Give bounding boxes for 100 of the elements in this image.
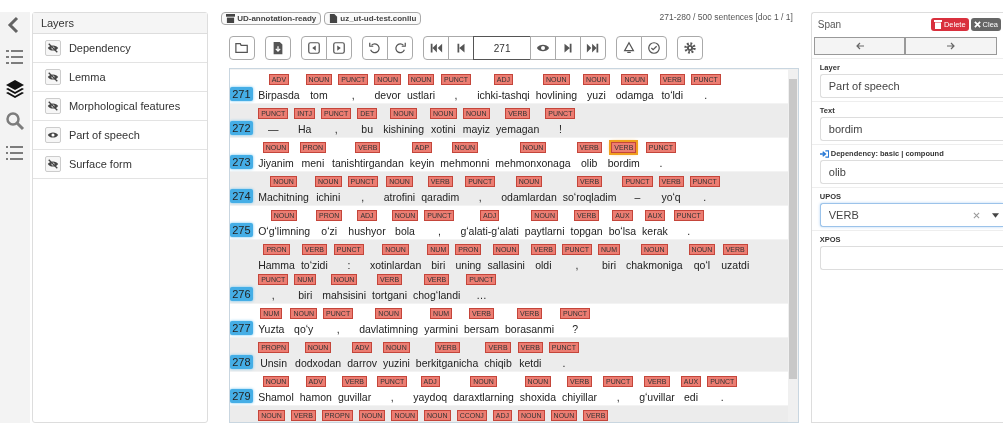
token-word[interactable]: ! (558, 123, 562, 136)
token-word[interactable]: chakmoniga (625, 259, 683, 272)
token-word[interactable]: : (347, 259, 351, 272)
token-word[interactable]: qoʻy (294, 323, 314, 336)
token-word[interactable]: gʻuvillar (639, 391, 675, 404)
text-field[interactable] (819, 246, 1003, 270)
token-word[interactable]: bordim (607, 157, 640, 170)
token-word[interactable]: yemagan (496, 123, 540, 136)
token-word[interactable]: yarmini (424, 323, 458, 336)
token-word[interactable]: tom (310, 89, 328, 102)
document-badge[interactable]: UD-annotation-ready (221, 12, 322, 25)
hidden-toggle[interactable] (44, 156, 61, 172)
layer-item[interactable]: Lemma (32, 63, 208, 92)
token-word[interactable]: oʻzi (321, 225, 338, 238)
token-word[interactable]: toʻldi (661, 89, 683, 102)
redo-button[interactable] (387, 36, 414, 60)
token-word[interactable]: chogʻlandi (413, 289, 461, 302)
token-word[interactable]: ustlari (407, 89, 435, 102)
scrollbar-thumb[interactable] (788, 79, 797, 379)
token-word[interactable]: hovlining (535, 89, 578, 102)
token-word[interactable]: bu (361, 123, 374, 136)
token-word[interactable]: chiqib (484, 357, 512, 370)
token-word[interactable]: bersam (464, 323, 499, 336)
token-word[interactable]: chiyillar (562, 391, 598, 404)
token-word[interactable]: qaradim (421, 191, 460, 204)
token-word[interactable]: qoʻl (693, 259, 711, 272)
first-page-button[interactable] (423, 36, 450, 60)
sentence-number[interactable]: 274 (230, 189, 253, 203)
next-document-button[interactable] (326, 36, 353, 60)
token-word[interactable]: hushyor (348, 225, 386, 238)
token-word[interactable]: soʻroqladim (562, 191, 617, 204)
token-word[interactable]: yaydoq (413, 391, 448, 404)
token-word[interactable]: . (562, 357, 566, 370)
token-word[interactable]: Birpasda (258, 89, 300, 102)
token-word[interactable]: olib (581, 157, 598, 170)
token-word[interactable]: Ha (297, 123, 312, 136)
token-word[interactable]: berkitganicha (415, 357, 479, 370)
text-field[interactable]: bordim (819, 117, 1003, 141)
hidden-toggle[interactable] (44, 40, 61, 56)
token-word[interactable]: darrov (347, 357, 377, 370)
token-word[interactable]: hamon (299, 391, 332, 404)
last-page-button[interactable] (580, 36, 607, 60)
token-word[interactable]: , (478, 191, 482, 204)
token-word[interactable]: yuzi (587, 89, 606, 102)
sentence-number[interactable]: 272 (230, 121, 253, 135)
reset-button[interactable] (616, 36, 643, 60)
token-word[interactable]: keyin (409, 157, 435, 170)
next-page-button[interactable] (555, 36, 582, 60)
token-word[interactable]: ichini (316, 191, 341, 204)
sentence-number[interactable]: 271 (230, 87, 253, 101)
eye-toggle[interactable] (44, 127, 61, 143)
token-word[interactable]: paytlarni (524, 225, 565, 238)
sentence-number[interactable]: 279 (230, 389, 253, 403)
token-word[interactable]: devor (374, 89, 401, 102)
token-word[interactable]: topgan (570, 225, 603, 238)
text-field[interactable]: Part of speech (819, 74, 1003, 98)
undo-button[interactable] (362, 36, 389, 60)
token-word[interactable]: meni (301, 157, 325, 170)
token-word[interactable]: , (351, 89, 355, 102)
token-word[interactable]: borasanmi (505, 323, 555, 336)
layer-item[interactable]: Dependency (32, 34, 208, 63)
token-word[interactable]: Unsin (260, 357, 288, 370)
combo-box[interactable]: VERB (819, 203, 1003, 227)
token-word[interactable]: xotini (431, 123, 456, 136)
export-button[interactable] (265, 36, 292, 60)
document-badge[interactable]: uz_ut-ud-test.conllu (324, 12, 422, 25)
token-word[interactable]: , (616, 391, 620, 404)
token-word[interactable]: , (575, 259, 579, 272)
token-word[interactable]: , (334, 123, 338, 136)
text-field[interactable]: olib (819, 160, 1003, 184)
token-word[interactable]: biri (602, 259, 616, 272)
token-word[interactable]: xotinlardan (369, 259, 422, 272)
token-word[interactable]: mayiz (462, 123, 491, 136)
token-word[interactable]: , (454, 89, 458, 102)
token-word[interactable]: ? (572, 323, 578, 336)
token-word[interactable]: , (271, 289, 275, 302)
token-word[interactable]: mehmonxonaga (495, 157, 571, 170)
token-word[interactable]: , (336, 323, 340, 336)
token-word[interactable]: . (704, 89, 708, 102)
next-button[interactable] (905, 37, 997, 55)
token-word[interactable]: shoxida (519, 391, 557, 404)
token-word[interactable]: biri (298, 289, 313, 302)
token-word[interactable]: boʻlsa (608, 225, 637, 238)
token-word[interactable]: biri (431, 259, 446, 272)
token-word[interactable]: kerak (642, 225, 668, 238)
token-word[interactable]: Oʻgʻlimning (258, 225, 311, 238)
sentence-number[interactable]: 275 (230, 223, 253, 237)
scrollbar[interactable] (787, 69, 798, 422)
token-word[interactable]: yuzini (382, 357, 410, 370)
token-word[interactable]: mahsisini (322, 289, 366, 302)
token-word[interactable]: . (720, 391, 724, 404)
layer-item[interactable]: Surface form (32, 150, 208, 179)
token-word[interactable]: bola (395, 225, 415, 238)
token-word[interactable]: uzatdi (721, 259, 750, 272)
token-word[interactable]: oldi (535, 259, 552, 272)
page-field[interactable]: 271 (473, 36, 532, 60)
open-button[interactable] (229, 36, 256, 60)
token-word[interactable]: – (634, 191, 641, 204)
layer-item[interactable]: Part of speech (32, 121, 208, 150)
token-word[interactable]: toʻzidi (300, 259, 328, 272)
